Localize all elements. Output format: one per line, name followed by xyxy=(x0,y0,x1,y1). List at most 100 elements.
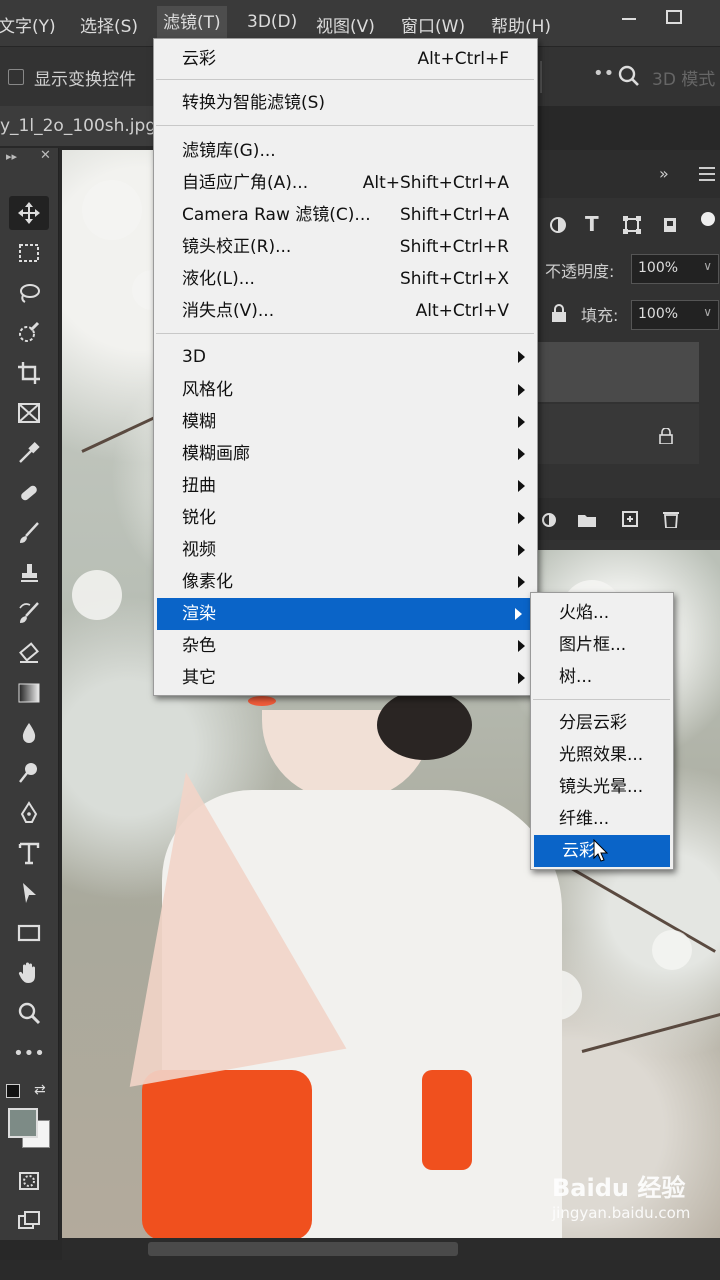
expand-panel-icon[interactable]: » xyxy=(659,164,669,183)
trash-icon[interactable] xyxy=(663,510,679,532)
gradient-tool-icon[interactable] xyxy=(9,676,49,710)
more-tools-icon[interactable]: ••• xyxy=(9,1036,49,1070)
horizontal-scrollbar[interactable] xyxy=(62,1238,720,1260)
menu-item-convert-smart-filter[interactable]: 转换为智能滤镜(S) xyxy=(154,87,537,119)
hair-bun xyxy=(377,690,472,760)
menu-separator xyxy=(533,699,670,700)
zoom-tool-icon[interactable] xyxy=(9,996,49,1030)
clone-stamp-tool-icon[interactable] xyxy=(9,556,49,590)
crop-tool-icon[interactable] xyxy=(9,356,49,390)
smart-object-icon[interactable] xyxy=(661,216,679,238)
hand-tool-icon[interactable] xyxy=(9,956,49,990)
close-icon[interactable]: ✕ xyxy=(40,148,51,163)
menu-item-other[interactable]: 其它 xyxy=(154,662,537,694)
search-icon[interactable] xyxy=(618,65,640,91)
dodge-tool-icon[interactable] xyxy=(9,756,49,790)
minimize-icon[interactable] xyxy=(612,6,646,26)
text-layer-icon[interactable]: T xyxy=(585,212,599,236)
layers-panel: » T 不透明度: 100% ∨ 填充: 100% ∨ xyxy=(537,150,720,550)
tools-panel: ▸▸ ✕ ••• ⇄ xyxy=(0,148,59,1240)
opacity-label: 不透明度: xyxy=(545,262,615,281)
move-tool-icon[interactable] xyxy=(9,196,49,230)
menu-3d[interactable]: 3D(D) xyxy=(247,12,297,32)
show-transform-checkbox[interactable] xyxy=(8,69,24,85)
panel-menu-icon[interactable] xyxy=(699,166,715,185)
foreground-color-swatch[interactable] xyxy=(8,1108,38,1138)
adjustment-layer-icon[interactable] xyxy=(541,512,557,532)
eraser-tool-icon[interactable] xyxy=(9,636,49,670)
menu-item-3d[interactable]: 3D xyxy=(154,341,537,373)
maximize-icon[interactable] xyxy=(656,6,690,26)
menu-item-distort[interactable]: 扭曲 xyxy=(154,470,537,502)
layer-row[interactable] xyxy=(537,404,699,464)
screen-mode-icon[interactable] xyxy=(9,1204,49,1238)
submenu-item-lens-flare[interactable]: 镜头光晕... xyxy=(531,771,673,803)
menu-item-lens-correction[interactable]: 镜头校正(R)... Shift+Ctrl+R xyxy=(154,231,537,263)
transform-icon[interactable] xyxy=(623,216,641,238)
pen-tool-icon[interactable] xyxy=(9,796,49,830)
menu-item-filter-gallery[interactable]: 滤镜库(G)... xyxy=(154,135,537,167)
eyedropper-tool-icon[interactable] xyxy=(9,436,49,470)
submenu-item-tree[interactable]: 树... xyxy=(531,661,673,693)
path-selection-tool-icon[interactable] xyxy=(9,876,49,910)
new-layer-icon[interactable] xyxy=(621,510,639,532)
submenu-item-lighting-effects[interactable]: 光照效果... xyxy=(531,739,673,771)
layer-row-selected[interactable] xyxy=(537,342,699,402)
submenu-item-flame[interactable]: 火焰... xyxy=(531,597,673,629)
submenu-arrow-icon xyxy=(518,351,525,363)
lock-icon[interactable] xyxy=(551,304,567,326)
mode3d-label[interactable]: 3D 模式 xyxy=(652,65,715,90)
lasso-tool-icon[interactable] xyxy=(9,276,49,310)
default-colors-icon[interactable] xyxy=(6,1084,20,1098)
menu-separator xyxy=(156,333,534,334)
menu-item-clouds-last[interactable]: 云彩 Alt+Ctrl+F xyxy=(154,43,537,75)
menu-item-vanishing-point[interactable]: 消失点(V)... Alt+Ctrl+V xyxy=(154,295,537,327)
swap-colors-icon[interactable]: ⇄ xyxy=(34,1082,46,1098)
menu-item-blur-gallery[interactable]: 模糊画廊 xyxy=(154,438,537,470)
menu-window[interactable]: 窗口(W) xyxy=(401,12,465,37)
menu-item-liquify[interactable]: 液化(L)... Shift+Ctrl+X xyxy=(154,263,537,295)
menu-item-sharpen[interactable]: 锐化 xyxy=(154,502,537,534)
healing-brush-tool-icon[interactable] xyxy=(9,476,49,510)
menu-item-stylize[interactable]: 风格化 xyxy=(154,374,537,406)
menu-item-pixelate[interactable]: 像素化 xyxy=(154,566,537,598)
menu-filter[interactable]: 滤镜(T) xyxy=(157,6,227,40)
brush-tool-icon[interactable] xyxy=(9,516,49,550)
menu-view[interactable]: 视图(V) xyxy=(316,12,375,37)
scrollbar-thumb[interactable] xyxy=(148,1242,458,1256)
menu-item-blur[interactable]: 模糊 xyxy=(154,406,537,438)
menu-item-camera-raw[interactable]: Camera Raw 滤镜(C)... Shift+Ctrl+A xyxy=(154,199,537,231)
marquee-tool-icon[interactable] xyxy=(9,236,49,270)
submenu-item-picture-frame[interactable]: 图片框... xyxy=(531,629,673,661)
menu-item-render[interactable]: 渲染 xyxy=(157,598,534,630)
menu-item-video[interactable]: 视频 xyxy=(154,534,537,566)
adjust-icon[interactable] xyxy=(549,216,567,238)
blur-tool-icon[interactable] xyxy=(9,716,49,750)
folder-icon[interactable] xyxy=(577,512,597,532)
frame-tool-icon[interactable] xyxy=(9,396,49,430)
obi-side xyxy=(422,1070,472,1170)
document-tab[interactable]: y_1l_2o_100sh.jpg xyxy=(0,106,160,146)
submenu-arrow-icon xyxy=(518,384,525,396)
filter-toggle-icon[interactable] xyxy=(701,212,715,226)
history-brush-tool-icon[interactable] xyxy=(9,596,49,630)
opacity-field[interactable]: 100% ∨ xyxy=(631,254,719,284)
rectangle-tool-icon[interactable] xyxy=(9,916,49,950)
quick-mask-icon[interactable] xyxy=(9,1164,49,1198)
submenu-arrow-icon xyxy=(518,512,525,524)
fill-field[interactable]: 100% ∨ xyxy=(631,300,719,330)
obi xyxy=(142,1070,312,1238)
quick-select-tool-icon[interactable] xyxy=(9,316,49,350)
panel-header xyxy=(537,150,720,198)
menu-item-noise[interactable]: 杂色 xyxy=(154,630,537,662)
menu-help[interactable]: 帮助(H) xyxy=(491,12,551,37)
collapse-icon[interactable]: ▸▸ xyxy=(6,150,17,163)
menu-select[interactable]: 选择(S) xyxy=(80,12,138,37)
submenu-item-difference-clouds[interactable]: 分层云彩 xyxy=(531,707,673,739)
submenu-item-fibers[interactable]: 纤维... xyxy=(531,803,673,835)
menu-type[interactable]: 文字(Y) xyxy=(0,12,56,37)
more-icon[interactable]: •• xyxy=(593,63,614,84)
watermark-brand: Baidu 经验 xyxy=(552,1174,686,1202)
type-tool-icon[interactable] xyxy=(9,836,49,870)
menu-item-adaptive-wide-angle[interactable]: 自适应广角(A)... Alt+Shift+Ctrl+A xyxy=(154,167,537,199)
